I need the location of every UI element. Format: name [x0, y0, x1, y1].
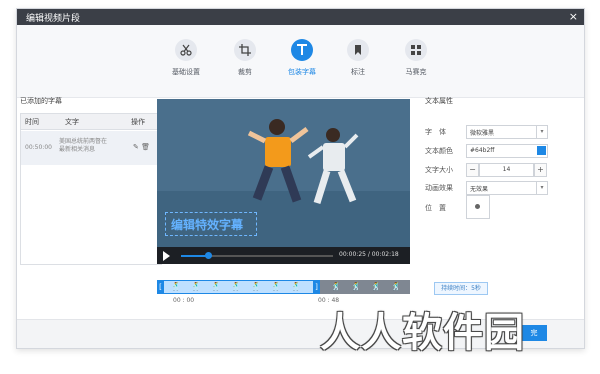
- chevron-down-icon: ▾: [536, 126, 547, 138]
- header-action: 操作: [131, 118, 145, 126]
- thumb-icon: 🕺: [371, 282, 381, 291]
- color-label: 文本颜色: [425, 147, 453, 155]
- thumb-icon: 🕺: [171, 282, 181, 291]
- size-value[interactable]: 14: [479, 163, 534, 177]
- font-value: 微软雅黑: [470, 130, 495, 137]
- thumb-icon: 🕺: [331, 282, 341, 291]
- decrease-button[interactable]: −: [466, 163, 479, 177]
- thumb-icon: 🕺: [351, 282, 361, 291]
- video-preview[interactable]: 编辑特效字幕: [157, 99, 410, 247]
- header-time: 时间: [25, 118, 39, 126]
- seek-progress: [181, 255, 209, 257]
- color-field[interactable]: #64b2ff: [466, 144, 548, 158]
- scissors-icon: [175, 39, 197, 61]
- timecode: 00:00:25 / 00:02:18: [339, 251, 399, 258]
- crop-icon: [234, 39, 256, 61]
- tool-label: 马赛克: [405, 68, 427, 76]
- position-label: 位 置: [425, 204, 446, 212]
- tool-label: 标注: [351, 68, 365, 76]
- tool-crop[interactable]: 裁剪: [215, 39, 275, 77]
- chevron-down-icon: ▾: [536, 182, 547, 194]
- subtitles-title: 已添加的字幕: [20, 97, 62, 105]
- font-label: 字 体: [425, 128, 446, 136]
- subtitles-table: 时间 文字 操作 00:50:00 美国总统前两督在最新相关消息 ✎ 🗑: [20, 113, 162, 265]
- close-icon[interactable]: ×: [569, 10, 578, 23]
- bookmark-icon: [347, 39, 369, 61]
- tool-subtitles[interactable]: 包装字幕: [272, 39, 332, 77]
- tool-label: 包装字幕: [288, 68, 316, 76]
- edit-icon[interactable]: ✎: [133, 143, 139, 151]
- player-controls: 00:00:25 / 00:02:18: [157, 247, 410, 264]
- table-row[interactable]: 00:50:00 美国总统前两督在最新相关消息 ✎ 🗑: [21, 131, 161, 165]
- timeline-start: 00 : 00: [173, 297, 195, 304]
- position-dot: [475, 204, 480, 209]
- font-select[interactable]: 微软雅黑 ▾: [466, 125, 548, 139]
- title-bar: 编辑视频片段 ×: [17, 9, 584, 25]
- play-icon[interactable]: [163, 251, 170, 261]
- tool-bar: 基础设置 裁剪 包装字幕 标注 马赛克: [17, 25, 584, 98]
- caption-text: 编辑特效字幕: [171, 218, 244, 232]
- table-header: 时间 文字 操作: [21, 114, 161, 130]
- color-value: #64b2ff: [470, 147, 495, 154]
- position-picker[interactable]: [466, 195, 490, 219]
- effect-value: 无效果: [470, 186, 489, 193]
- header-text: 文字: [65, 118, 79, 126]
- tool-mosaic[interactable]: 马赛克: [386, 39, 446, 77]
- thumb-icon: 🕺: [291, 282, 301, 291]
- caption-selection[interactable]: 编辑特效字幕: [165, 212, 257, 236]
- thumb-icon: 🕺: [211, 282, 221, 291]
- tool-basic-settings[interactable]: 基础设置: [156, 39, 216, 77]
- size-stepper: − 14 +: [466, 163, 547, 177]
- seek-knob[interactable]: [205, 252, 213, 259]
- text-icon: [291, 39, 313, 61]
- tool-label: 基础设置: [172, 68, 200, 76]
- timeline-strip[interactable]: [ ] 🕺 🕺 🕺 🕺 🕺 🕺 🕺 🕺 🕺 🕺 🕺: [157, 280, 410, 294]
- thumb-icon: 🕺: [251, 282, 261, 291]
- mosaic-icon: [405, 39, 427, 61]
- window-title: 编辑视频片段: [26, 14, 81, 24]
- effect-label: 动画效果: [425, 184, 453, 192]
- tool-annotate[interactable]: 标注: [328, 39, 388, 77]
- thumb-icon: 🕺: [191, 282, 201, 291]
- left-handle[interactable]: [: [157, 280, 164, 294]
- thumb-icon: 🕺: [391, 282, 401, 291]
- props-title: 文本属性: [425, 97, 453, 105]
- increase-button[interactable]: +: [534, 163, 547, 177]
- trash-icon[interactable]: 🗑: [141, 143, 150, 151]
- right-handle[interactable]: ]: [313, 280, 320, 294]
- tool-label: 裁剪: [238, 68, 252, 76]
- duration-badge: 持续时间：5秒: [434, 282, 488, 295]
- thumb-icon: 🕺: [231, 282, 241, 291]
- watermark: 人人软件园: [320, 310, 525, 356]
- color-swatch[interactable]: [537, 146, 546, 155]
- effect-select[interactable]: 无效果 ▾: [466, 181, 548, 195]
- seek-bar[interactable]: [181, 252, 333, 259]
- size-label: 文字大小: [425, 166, 453, 174]
- row-time: 00:50:00: [25, 144, 52, 151]
- row-text: 美国总统前两督在最新相关消息: [59, 138, 108, 153]
- thumb-icon: 🕺: [271, 282, 281, 291]
